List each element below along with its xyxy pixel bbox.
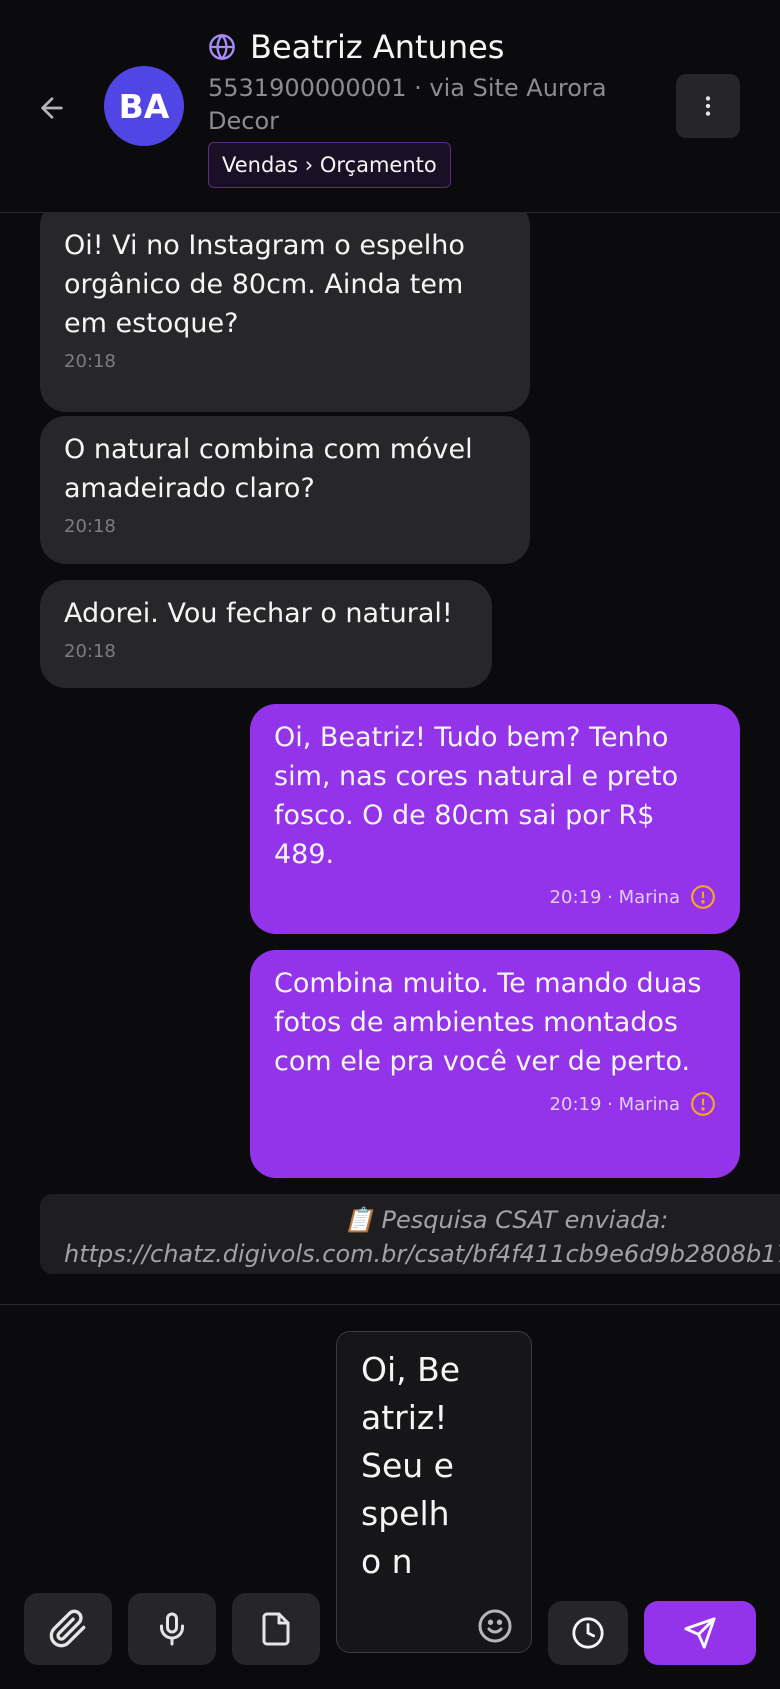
- chat-header: BA Beatriz Antunes 5531900000001 · via S…: [0, 0, 780, 213]
- system-note-title: 📋 Pesquisa CSAT enviada:: [344, 1206, 669, 1234]
- message-input[interactable]: Oi, Beatriz! Seu espelho n: [336, 1331, 532, 1653]
- emoji-icon[interactable]: [477, 1608, 513, 1644]
- paperclip-icon: [49, 1609, 86, 1648]
- clock-icon: [572, 1617, 604, 1649]
- incoming-message: O natural combina com móvel amadeirado c…: [40, 416, 530, 564]
- csat-link[interactable]: https://chatz.digivols.com.br/csat/bf4f4…: [64, 1240, 780, 1268]
- arrow-left-icon: [41, 97, 63, 119]
- alert-circle-icon[interactable]: [690, 1091, 716, 1117]
- message-time-author: 20:19 · Marina: [549, 1093, 680, 1115]
- send-icon: [684, 1617, 716, 1649]
- back-button[interactable]: [28, 84, 76, 132]
- more-vertical-icon: [705, 96, 711, 116]
- outgoing-message: Oi, Beatriz! Tudo bem? Tenho sim, nas co…: [250, 704, 740, 934]
- pipeline-tag[interactable]: Vendas › Orçamento: [208, 142, 451, 188]
- contact-name: Beatriz Antunes: [250, 28, 505, 66]
- csat-system-note: 📋 Pesquisa CSAT enviada: https://chatz.d…: [40, 1194, 780, 1274]
- file-icon: [262, 1612, 290, 1646]
- globe-icon: [209, 33, 235, 61]
- message-meta: 20:19 · Marina: [274, 884, 716, 910]
- attach-button[interactable]: [24, 1593, 112, 1665]
- voice-record-button[interactable]: [128, 1593, 216, 1665]
- contact-subtitle: 5531900000001 · via Site Aurora Decor: [208, 74, 607, 135]
- more-options-button[interactable]: [676, 74, 740, 138]
- message-list[interactable]: Oi! Vi no Instagram o espelho orgânico d…: [0, 212, 780, 1304]
- message-meta: 20:19 · Marina: [274, 1091, 716, 1117]
- message-time-author: 20:19 · Marina: [549, 886, 680, 908]
- message-composer: Oi, Beatriz! Seu espelho n: [0, 1304, 780, 1689]
- alert-circle-icon[interactable]: [690, 884, 716, 910]
- outgoing-message: Combina muito. Te mando duas fotos de am…: [250, 950, 740, 1178]
- message-input-value[interactable]: Oi, Beatriz! Seu espelho n: [361, 1346, 461, 1586]
- schedule-button[interactable]: [548, 1601, 628, 1665]
- send-button[interactable]: [644, 1601, 756, 1665]
- contact-name-row: Beatriz Antunes: [208, 28, 504, 66]
- avatar[interactable]: BA: [104, 66, 184, 146]
- message-time: 20:18: [64, 351, 116, 372]
- incoming-message: Oi! Vi no Instagram o espelho orgânico d…: [40, 212, 530, 412]
- template-button[interactable]: [232, 1593, 320, 1665]
- message-time: 20:18: [64, 516, 116, 537]
- microphone-icon: [160, 1612, 184, 1646]
- message-text: Adorei. Vou fechar o natural!: [64, 598, 453, 629]
- message-time: 20:18: [64, 641, 116, 662]
- message-text: Oi, Beatriz! Tudo bem? Tenho sim, nas co…: [274, 722, 679, 870]
- message-text: Combina muito. Te mando duas fotos de am…: [274, 968, 702, 1077]
- message-text: Oi! Vi no Instagram o espelho orgânico d…: [64, 230, 465, 339]
- message-text: O natural combina com móvel amadeirado c…: [64, 434, 473, 504]
- incoming-message: Adorei. Vou fechar o natural! 20:18: [40, 580, 492, 688]
